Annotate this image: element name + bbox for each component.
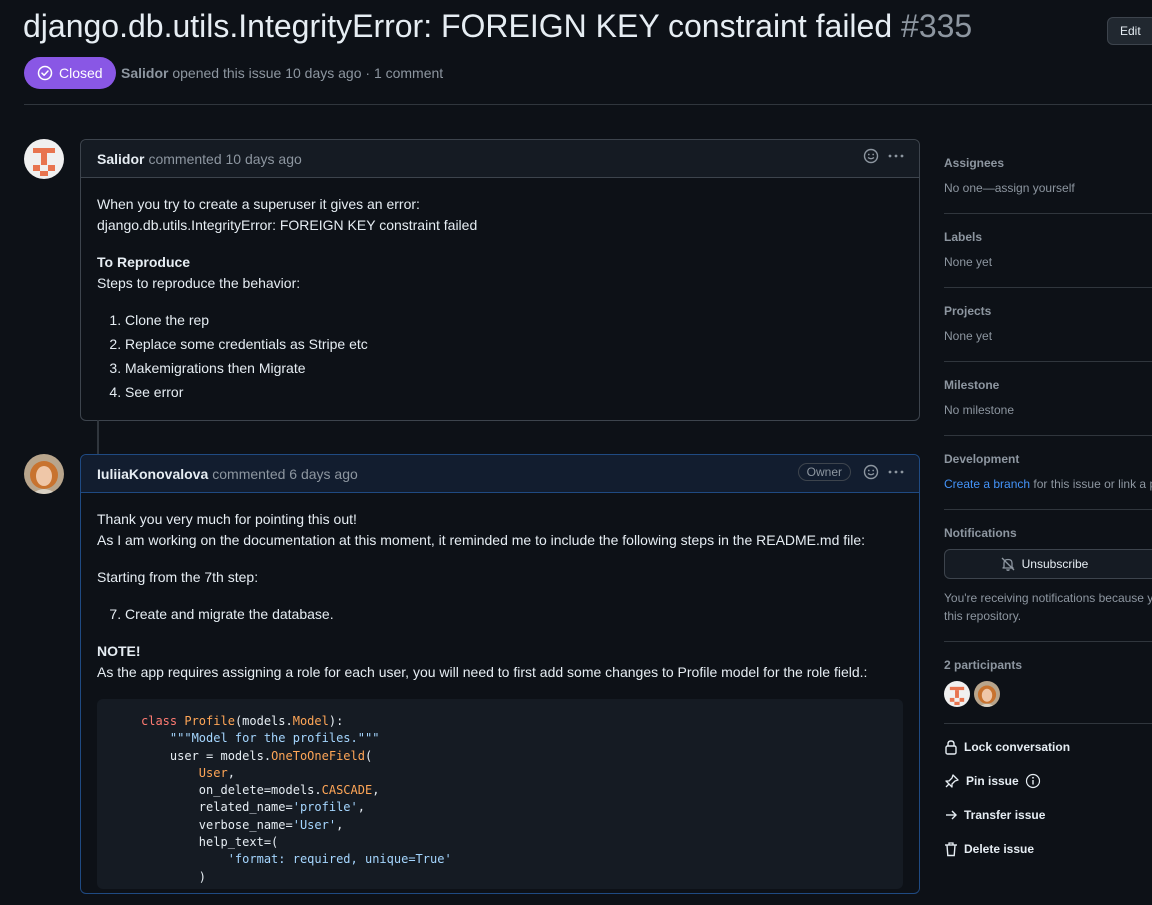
sidebar-heading[interactable]: Milestone bbox=[944, 378, 1152, 392]
owner-badge: Owner bbox=[797, 463, 851, 481]
sidebar-projects[interactable]: Projects None yet bbox=[944, 288, 1152, 362]
list-item: Clone the rep bbox=[125, 310, 903, 331]
comment-line: As the app requires assigning a role for… bbox=[97, 664, 868, 680]
sidebar-notifications: Notifications Unsubscribe You're receivi… bbox=[944, 510, 1152, 642]
list-item: Makemigrations then Migrate bbox=[125, 358, 903, 379]
kebab-menu-icon[interactable] bbox=[887, 148, 905, 164]
smiley-icon[interactable] bbox=[863, 148, 879, 164]
comment-line: Steps to reproduce the behavior: bbox=[97, 275, 301, 291]
sidebar-text: None yet bbox=[944, 255, 993, 269]
comment-header: IuliiaKonovalova commented 6 days ago Ow… bbox=[81, 455, 919, 493]
notification-reason: You're receiving notifications because y… bbox=[944, 591, 1152, 623]
sidebar-text[interactable]: No one—assign yourself bbox=[944, 179, 1152, 197]
smiley-icon[interactable] bbox=[863, 464, 879, 480]
steps-list: Create and migrate the database. bbox=[97, 604, 903, 625]
comment-author[interactable]: IuliiaKonovalova bbox=[97, 466, 208, 482]
edit-button[interactable]: Edit bbox=[1107, 17, 1152, 45]
comment-line: Starting from the 7th step: bbox=[97, 569, 259, 585]
sidebar-development: Development Create a branch for this iss… bbox=[944, 436, 1152, 510]
sidebar-text: No milestone bbox=[944, 403, 1015, 417]
comment-author[interactable]: Salidor bbox=[97, 151, 144, 167]
sidebar-participants: 2 participants bbox=[944, 642, 1152, 724]
arrow-right-icon bbox=[946, 810, 957, 820]
pin-issue-button[interactable]: Pin issue bbox=[944, 764, 1152, 798]
sidebar-heading: Notifications bbox=[944, 526, 1017, 540]
delete-issue-button[interactable]: Delete issue bbox=[944, 832, 1152, 866]
comment-card: Salidor commented 10 days ago When you t… bbox=[80, 139, 920, 421]
comment-timestamp[interactable]: commented 6 days ago bbox=[212, 466, 358, 482]
timeline-connector bbox=[97, 420, 99, 456]
lock-conversation-button[interactable]: Lock conversation bbox=[944, 730, 1152, 764]
sidebar-assignees[interactable]: Assignees No one—assign yourself bbox=[944, 140, 1152, 214]
status-label: Closed bbox=[59, 65, 103, 81]
sidebar-heading[interactable]: Projects bbox=[944, 304, 1152, 318]
issue-number: #335 bbox=[901, 8, 973, 44]
comment-body: When you try to create a superuser it gi… bbox=[81, 178, 919, 422]
list-item: See error bbox=[125, 382, 903, 403]
comment-header: Salidor commented 10 days ago bbox=[81, 140, 919, 178]
issue-meta-text: opened this issue 10 days ago · 1 commen… bbox=[172, 65, 444, 81]
kebab-menu-icon[interactable] bbox=[887, 464, 905, 480]
info-icon[interactable] bbox=[1025, 773, 1041, 789]
lock-icon bbox=[945, 740, 957, 755]
status-badge: Closed bbox=[24, 57, 116, 89]
comment-card: IuliiaKonovalova commented 6 days ago Ow… bbox=[80, 454, 920, 894]
code-block: class Profile(models.Model): """Model fo… bbox=[97, 699, 903, 889]
unsubscribe-button[interactable]: Unsubscribe bbox=[944, 549, 1152, 579]
avatar[interactable] bbox=[24, 139, 64, 179]
sidebar-labels[interactable]: Labels None yet bbox=[944, 214, 1152, 288]
unsubscribe-label: Unsubscribe bbox=[1021, 557, 1089, 571]
sidebar-heading[interactable]: Development bbox=[944, 452, 1152, 466]
sidebar-heading[interactable]: Assignees bbox=[944, 156, 1152, 170]
comment-line: When you try to create a superuser it gi… bbox=[97, 196, 420, 212]
sidebar-heading: 2 participants bbox=[944, 658, 1023, 672]
comment-timestamp[interactable]: commented 10 days ago bbox=[148, 151, 301, 167]
steps-list: Clone the rep Replace some credentials a… bbox=[97, 310, 903, 403]
issue-author-link[interactable]: Salidor bbox=[121, 65, 168, 81]
section-heading: To Reproduce bbox=[97, 254, 191, 270]
trash-icon bbox=[945, 842, 957, 857]
issue-meta: Salidor opened this issue 10 days ago · … bbox=[121, 65, 443, 81]
sidebar-text: Create a branch for this issue or link a… bbox=[944, 477, 1152, 491]
issue-sidebar: Assignees No one—assign yourself Labels … bbox=[944, 140, 1152, 866]
issue-closed-icon bbox=[37, 65, 53, 81]
comment-line: django.db.utils.IntegrityError: FOREIGN … bbox=[97, 217, 478, 233]
bell-slash-icon bbox=[1001, 557, 1015, 571]
sidebar-milestone[interactable]: Milestone No milestone bbox=[944, 362, 1152, 436]
pin-icon bbox=[945, 774, 959, 788]
create-branch-link[interactable]: Create a branch bbox=[944, 477, 1030, 491]
avatar[interactable] bbox=[24, 454, 64, 494]
issue-title: django.db.utils.IntegrityError: FOREIGN … bbox=[23, 8, 972, 45]
comment-line: Thank you very much for pointing this ou… bbox=[97, 511, 357, 527]
participant-avatar[interactable] bbox=[944, 681, 970, 707]
issue-title-text: django.db.utils.IntegrityError: FOREIGN … bbox=[23, 8, 893, 44]
comment-line: As I am working on the documentation at … bbox=[97, 532, 866, 548]
user-photo-avatar bbox=[24, 454, 64, 494]
participant-avatar[interactable] bbox=[974, 681, 1000, 707]
transfer-issue-button[interactable]: Transfer issue bbox=[944, 798, 1152, 832]
list-item: Create and migrate the database. bbox=[125, 604, 903, 625]
header-divider bbox=[24, 104, 1152, 105]
sidebar-heading[interactable]: Labels bbox=[944, 230, 1152, 244]
note-heading: NOTE! bbox=[97, 643, 141, 659]
list-item: Replace some credentials as Stripe etc bbox=[125, 334, 903, 355]
salidor-identicon bbox=[24, 139, 64, 179]
comment-body: Thank you very much for pointing this ou… bbox=[81, 493, 919, 905]
sidebar-text: None yet bbox=[944, 329, 993, 343]
